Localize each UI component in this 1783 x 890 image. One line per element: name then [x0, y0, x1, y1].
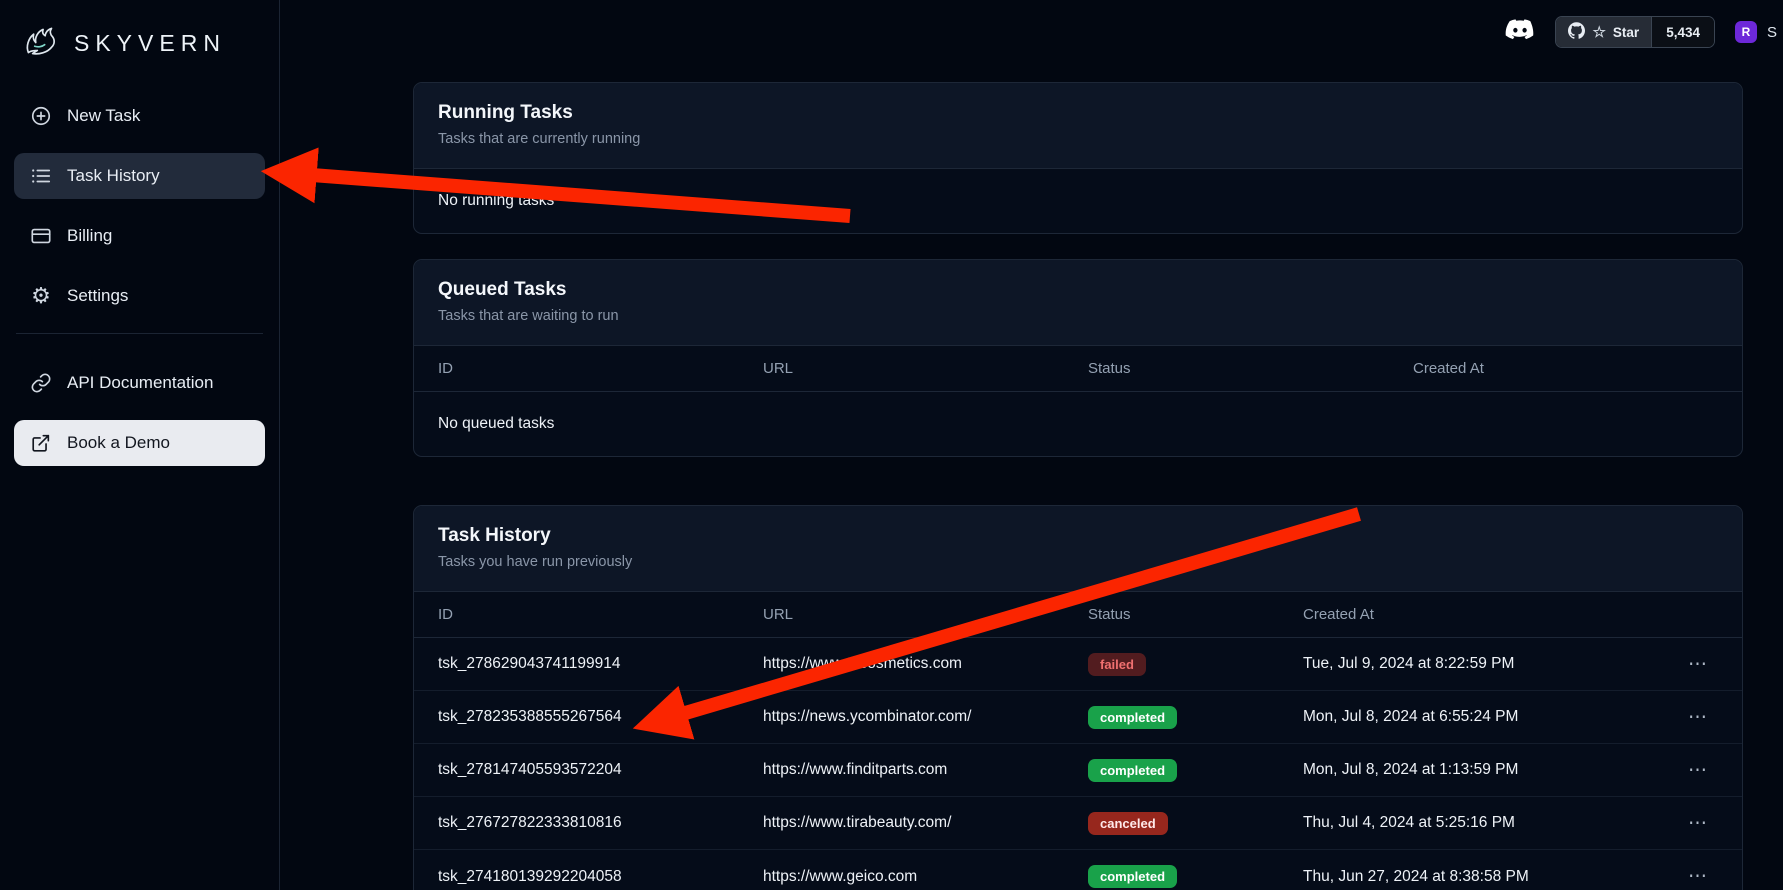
- task-url: https://www.tecosmetics.com: [763, 655, 1088, 673]
- sidebar-item-label: Billing: [67, 226, 112, 246]
- sidebar-item-label: New Task: [67, 106, 140, 126]
- card-subtitle: Tasks you have run previously: [438, 554, 1718, 570]
- sidebar-item-label: Book a Demo: [67, 433, 170, 453]
- sidebar-nav: New Task Task History Billing ⚙ Settings: [14, 93, 265, 466]
- status-badge: canceled: [1088, 812, 1168, 835]
- task-url: https://www.tirabeauty.com/: [763, 814, 1088, 832]
- credit-card-icon: [30, 225, 52, 247]
- task-id: tsk_278629043741199914: [438, 655, 763, 673]
- sidebar-item-billing[interactable]: Billing: [14, 213, 265, 259]
- github-star-count: 5,434: [1651, 17, 1714, 47]
- sidebar-item-new-task[interactable]: New Task: [14, 93, 265, 139]
- column-header-url: URL: [763, 606, 1088, 623]
- card-subtitle: Tasks that are currently running: [438, 131, 1718, 147]
- queued-tasks-empty-state: No queued tasks: [414, 392, 1742, 456]
- github-icon: [1568, 22, 1585, 42]
- skyvern-logo-icon: [20, 20, 62, 67]
- task-created-at: Thu, Jun 27, 2024 at 8:38:58 PM: [1303, 868, 1658, 886]
- task-id: tsk_274180139292204058: [438, 868, 763, 886]
- running-tasks-empty-state: No running tasks: [414, 169, 1742, 233]
- plus-circle-icon: [30, 105, 52, 127]
- sidebar-item-settings[interactable]: ⚙ Settings: [14, 273, 265, 319]
- queued-tasks-card: Queued Tasks Tasks that are waiting to r…: [413, 259, 1743, 457]
- task-id: tsk_278235388555267564: [438, 708, 763, 726]
- github-star-button[interactable]: ☆ Star 5,434: [1555, 16, 1715, 48]
- row-actions-button[interactable]: ⋯: [1678, 759, 1718, 782]
- column-header-id: ID: [438, 360, 763, 377]
- status-badge: completed: [1088, 759, 1177, 782]
- sidebar-item-api-documentation[interactable]: API Documentation: [14, 360, 265, 406]
- discord-button[interactable]: [1505, 19, 1535, 45]
- row-actions-button[interactable]: ⋯: [1678, 812, 1718, 835]
- card-title: Running Tasks: [438, 102, 1718, 124]
- task-history-header: Task History Tasks you have run previous…: [414, 506, 1742, 592]
- card-subtitle: Tasks that are waiting to run: [438, 308, 1718, 324]
- table-row[interactable]: tsk_278147405593572204 https://www.findi…: [414, 744, 1742, 797]
- sidebar: SKYVERN New Task Task History Billing: [0, 0, 280, 890]
- avatar[interactable]: R: [1735, 21, 1757, 43]
- task-created-at: Mon, Jul 8, 2024 at 1:13:59 PM: [1303, 761, 1658, 779]
- row-actions-button[interactable]: ⋯: [1678, 706, 1718, 729]
- queued-tasks-header: Queued Tasks Tasks that are waiting to r…: [414, 260, 1742, 346]
- task-created-at: Tue, Jul 9, 2024 at 8:22:59 PM: [1303, 655, 1658, 673]
- discord-icon: [1505, 19, 1535, 45]
- card-title: Task History: [438, 525, 1718, 547]
- brand-name: SKYVERN: [74, 30, 226, 57]
- logo[interactable]: SKYVERN: [14, 14, 265, 93]
- sidebar-divider: [16, 333, 263, 334]
- row-actions-button[interactable]: ⋯: [1678, 865, 1718, 888]
- column-header-created-at: Created At: [1303, 606, 1658, 623]
- gear-icon: ⚙: [30, 285, 52, 307]
- table-row[interactable]: tsk_276727822333810816 https://www.tirab…: [414, 797, 1742, 850]
- main-content: ☆ Star 5,434 R S Running Tasks Tasks tha…: [280, 0, 1783, 890]
- running-tasks-card: Running Tasks Tasks that are currently r…: [413, 82, 1743, 234]
- app-window: SKYVERN New Task Task History Billing: [0, 0, 1783, 890]
- task-created-at: Mon, Jul 8, 2024 at 6:55:24 PM: [1303, 708, 1658, 726]
- card-title: Queued Tasks: [438, 279, 1718, 301]
- sidebar-item-book-a-demo[interactable]: Book a Demo: [14, 420, 265, 466]
- status-badge: failed: [1088, 653, 1146, 676]
- sidebar-item-label: Task History: [67, 166, 160, 186]
- github-star-label: Star: [1613, 25, 1639, 40]
- history-table-header: ID URL Status Created At: [414, 592, 1742, 638]
- star-icon: ☆: [1592, 23, 1605, 41]
- task-history-card: Task History Tasks you have run previous…: [413, 505, 1743, 890]
- column-header-status: Status: [1088, 360, 1413, 377]
- sidebar-item-label: API Documentation: [67, 373, 213, 393]
- status-badge: completed: [1088, 865, 1177, 888]
- row-actions-button[interactable]: ⋯: [1678, 653, 1718, 676]
- running-tasks-header: Running Tasks Tasks that are currently r…: [414, 83, 1742, 169]
- table-row[interactable]: tsk_274180139292204058 https://www.geico…: [414, 850, 1742, 890]
- link-icon: [30, 372, 52, 394]
- queued-table-header: ID URL Status Created At: [414, 346, 1742, 392]
- user-label-fragment: S: [1767, 24, 1777, 41]
- column-header-status: Status: [1088, 606, 1303, 623]
- column-header-url: URL: [763, 360, 1088, 377]
- task-url: https://news.ycombinator.com/: [763, 708, 1088, 726]
- column-header-created-at: Created At: [1413, 360, 1718, 377]
- sidebar-item-label: Settings: [67, 286, 128, 306]
- table-row[interactable]: tsk_278629043741199914 https://www.tecos…: [414, 638, 1742, 691]
- task-id: tsk_276727822333810816: [438, 814, 763, 832]
- sidebar-item-task-history[interactable]: Task History: [14, 153, 265, 199]
- column-header-id: ID: [438, 606, 763, 623]
- task-id: tsk_278147405593572204: [438, 761, 763, 779]
- list-icon: [30, 165, 52, 187]
- topbar: ☆ Star 5,434 R S: [1505, 16, 1777, 48]
- external-link-icon: [30, 432, 52, 454]
- table-row[interactable]: tsk_278235388555267564 https://news.ycom…: [414, 691, 1742, 744]
- task-created-at: Thu, Jul 4, 2024 at 5:25:16 PM: [1303, 814, 1658, 832]
- task-url: https://www.finditparts.com: [763, 761, 1088, 779]
- task-url: https://www.geico.com: [763, 868, 1088, 886]
- status-badge: completed: [1088, 706, 1177, 729]
